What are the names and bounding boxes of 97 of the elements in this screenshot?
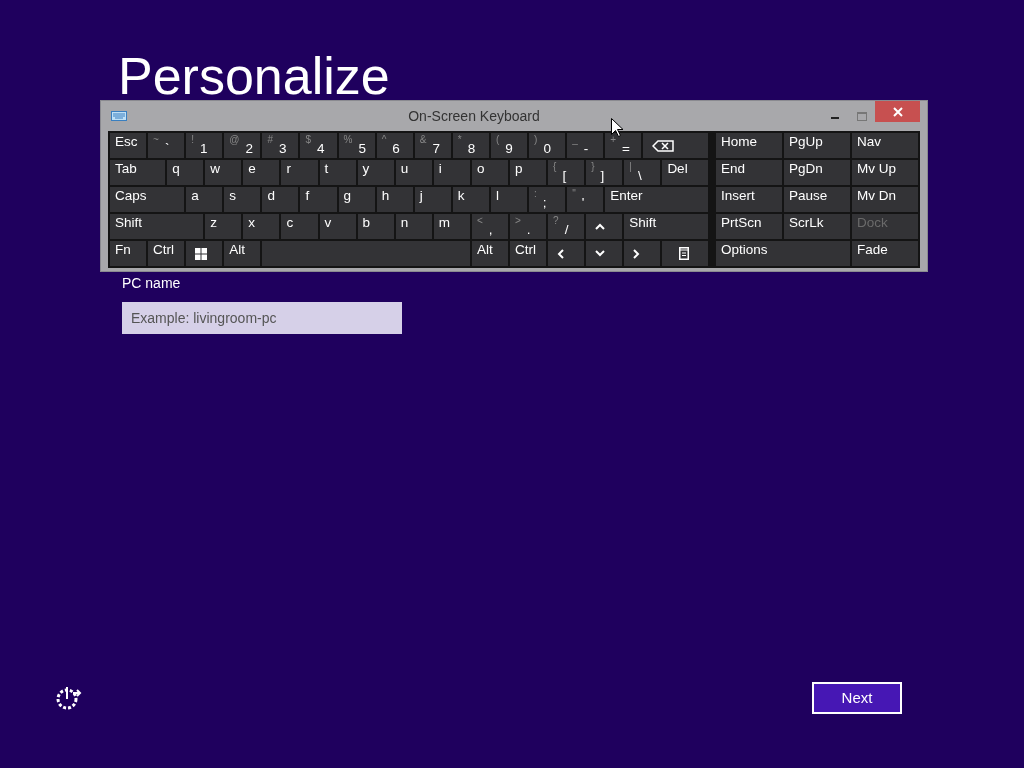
chevron-right-key[interactable] bbox=[624, 241, 661, 266]
backspace-key[interactable] bbox=[643, 133, 708, 158]
keyboard-key[interactable]: ScrLk bbox=[784, 214, 850, 239]
keyboard-key[interactable]: ) 0 bbox=[529, 133, 566, 158]
keyboard-key[interactable]: PgUp bbox=[784, 133, 850, 158]
keyboard-key[interactable]: < , bbox=[471, 214, 508, 239]
keyboard-key[interactable]: e bbox=[243, 160, 280, 185]
keyboard-key[interactable]: v bbox=[319, 214, 356, 239]
keyboard-key[interactable]: End bbox=[716, 160, 782, 185]
keyboard-key[interactable]: Fn bbox=[110, 241, 147, 266]
keyboard-key[interactable]: z bbox=[205, 214, 242, 239]
windows-logo-icon bbox=[195, 247, 208, 260]
keyboard-key[interactable]: Ctrl bbox=[148, 241, 185, 266]
keyboard-key[interactable]: Mv Up bbox=[852, 160, 918, 185]
keyboard-key[interactable]: > . bbox=[510, 214, 547, 239]
context-menu-key[interactable] bbox=[662, 241, 708, 266]
keyboard-key[interactable]: & 7 bbox=[414, 133, 451, 158]
keyboard-key[interactable]: Fade bbox=[852, 241, 918, 266]
windows-logo-key[interactable] bbox=[186, 241, 223, 266]
mouse-pointer-icon bbox=[611, 118, 623, 137]
keyboard-key[interactable]: Options bbox=[716, 241, 850, 266]
keyboard-key[interactable]: s bbox=[224, 187, 261, 212]
keyboard-key[interactable]: g bbox=[338, 187, 375, 212]
keyboard-key[interactable]: % 5 bbox=[338, 133, 375, 158]
keyboard-key[interactable]: d bbox=[262, 187, 299, 212]
keyboard-key[interactable]: * 8 bbox=[452, 133, 489, 158]
keyboard-key[interactable]: { [ bbox=[548, 160, 585, 185]
keyboard-key[interactable]: Home bbox=[716, 133, 782, 158]
keyboard-key[interactable]: n bbox=[395, 214, 432, 239]
keyboard-key[interactable]: # 3 bbox=[262, 133, 299, 158]
keyboard-key[interactable]: PgDn bbox=[784, 160, 850, 185]
chevron-right-icon bbox=[633, 248, 641, 259]
chevron-left-key[interactable] bbox=[548, 241, 585, 266]
keyboard-key[interactable]: Nav bbox=[852, 133, 918, 158]
pc-name-field[interactable]: Example: livingroom-pc bbox=[122, 302, 402, 335]
maximize-icon bbox=[856, 111, 867, 121]
keyboard-key[interactable]: a bbox=[186, 187, 223, 212]
keyboard-key[interactable]: Enter bbox=[605, 187, 708, 212]
keyboard-key[interactable]: h bbox=[376, 187, 413, 212]
keyboard-key[interactable]: $ 4 bbox=[300, 133, 337, 158]
keyboard-key[interactable]: ! 1 bbox=[186, 133, 223, 158]
next-button[interactable]: Next bbox=[812, 682, 902, 714]
keyboard-key[interactable]: Shift bbox=[110, 214, 204, 239]
page-title: Personalize bbox=[118, 48, 391, 106]
keyboard-key[interactable]: k bbox=[452, 187, 489, 212]
keyboard-key[interactable]: ^ 6 bbox=[376, 133, 413, 158]
keyboard-key[interactable]: f bbox=[300, 187, 337, 212]
keyboard-key[interactable]: _ - bbox=[567, 133, 604, 158]
chevron-down-key[interactable] bbox=[586, 241, 623, 266]
keyboard-key[interactable]: | \ bbox=[624, 160, 661, 185]
keyboard-key[interactable]: Pause bbox=[784, 187, 850, 212]
backspace-icon bbox=[652, 139, 675, 152]
keyboard-key[interactable]: o bbox=[471, 160, 508, 185]
field-label: PC name bbox=[122, 274, 182, 294]
close-button[interactable] bbox=[875, 101, 920, 122]
keyboard-key[interactable]: i bbox=[433, 160, 470, 185]
keyboard-key[interactable]: Alt bbox=[224, 241, 261, 266]
keyboard-key[interactable]: l bbox=[490, 187, 528, 212]
keyboard-key[interactable]: + = bbox=[605, 133, 642, 158]
keyboard-key[interactable]: ( 9 bbox=[490, 133, 528, 158]
keyboard-key[interactable]: PrtScn bbox=[716, 214, 782, 239]
keyboard-key[interactable]: Insert bbox=[716, 187, 782, 212]
keyboard-key[interactable]: Mv Dn bbox=[852, 187, 918, 212]
keyboard-key[interactable]: j bbox=[414, 187, 451, 212]
window-title: On-Screen Keyboard bbox=[407, 106, 541, 126]
keyboard-key[interactable]: c bbox=[281, 214, 318, 239]
keyboard-icon bbox=[111, 111, 127, 121]
keyboard-key[interactable]: q bbox=[167, 160, 204, 185]
chevron-left-icon bbox=[557, 248, 565, 259]
close-icon bbox=[892, 106, 903, 117]
keyboard-key[interactable]: Caps bbox=[110, 187, 185, 212]
context-menu-icon bbox=[679, 247, 689, 260]
keyboard-key[interactable]: Tab bbox=[110, 160, 166, 185]
ease-of-access-icon[interactable] bbox=[54, 684, 82, 712]
keyboard-key[interactable]: w bbox=[205, 160, 242, 185]
keyboard-key[interactable]: m bbox=[433, 214, 470, 239]
keyboard-key[interactable]: Esc bbox=[110, 133, 147, 158]
keyboard-key[interactable]: t bbox=[319, 160, 356, 185]
chevron-up-icon bbox=[595, 223, 606, 230]
keyboard-key[interactable]: @ 2 bbox=[224, 133, 261, 158]
keyboard-key[interactable]: p bbox=[510, 160, 547, 185]
chevron-up-key[interactable] bbox=[586, 214, 623, 239]
keyboard-key[interactable]: } ] bbox=[586, 160, 623, 185]
keyboard-key[interactable]: x bbox=[243, 214, 280, 239]
keyboard-key[interactable]: y bbox=[357, 160, 394, 185]
keyboard-key[interactable]: " ' bbox=[567, 187, 604, 212]
keyboard-key[interactable]: : ; bbox=[529, 187, 566, 212]
keyboard-key[interactable]: Del bbox=[662, 160, 708, 185]
keyboard-key[interactable]: Ctrl bbox=[510, 241, 547, 266]
keyboard-key[interactable]: u bbox=[395, 160, 432, 185]
keyboard-key[interactable]: Shift bbox=[624, 214, 708, 239]
keyboard-key[interactable]: r bbox=[281, 160, 318, 185]
keyboard-key[interactable]: ~ ` bbox=[148, 133, 185, 158]
keyboard-key[interactable]: b bbox=[357, 214, 394, 239]
keyboard-key[interactable]: Alt bbox=[471, 241, 508, 266]
keyboard-key[interactable]: ? / bbox=[548, 214, 585, 239]
chevron-down-icon bbox=[595, 250, 606, 257]
